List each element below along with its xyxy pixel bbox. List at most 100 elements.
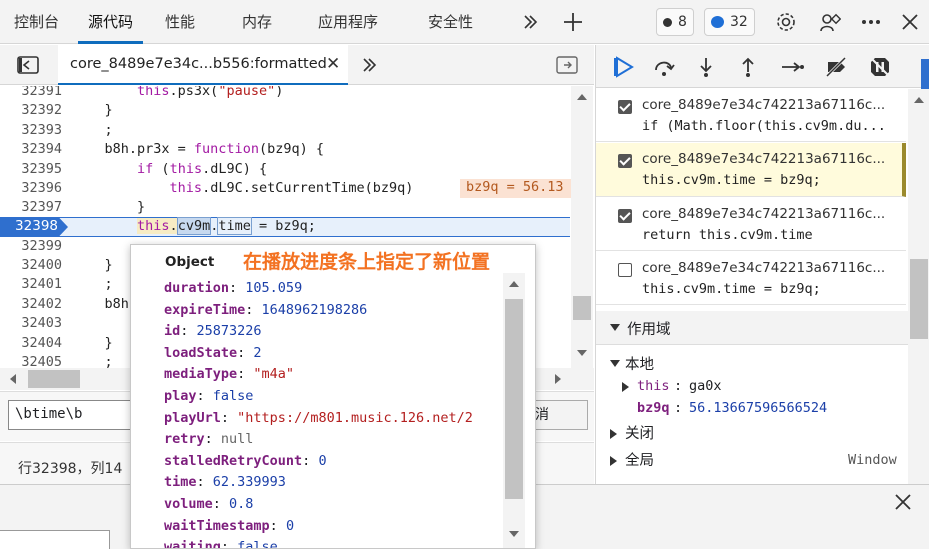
more-files-icon[interactable]: [358, 51, 380, 79]
scroll-down-icon[interactable]: [509, 531, 519, 537]
breakpoint-code: this.cv9m.time = bz9q;: [642, 281, 821, 297]
object-preview-popover[interactable]: Object duration: 105.059 expireTime: 1648…: [130, 244, 536, 549]
line-number[interactable]: 32403: [0, 315, 62, 331]
toggle-navigator-icon[interactable]: [14, 51, 42, 79]
scope-section-header[interactable]: 作用域: [596, 311, 908, 345]
file-tab[interactable]: core_8489e7e34c...b556:formatted ✕: [58, 45, 348, 85]
scroll-left-icon[interactable]: [10, 374, 16, 384]
scroll-up-icon[interactable]: [914, 97, 924, 103]
scrollbar-thumb[interactable]: [910, 259, 928, 339]
breakpoint-item[interactable]: core_8489e7e34c742213a67116c... this.cv9…: [596, 252, 906, 305]
deactivate-breakpoints-icon[interactable]: [822, 53, 850, 81]
resume-icon[interactable]: [610, 53, 638, 81]
line-number[interactable]: 32404: [0, 335, 62, 351]
toggle-debugger-icon[interactable]: [554, 51, 580, 79]
tab-application[interactable]: 应用程序: [318, 0, 378, 44]
errors-badge[interactable]: 8: [656, 8, 694, 36]
line-number[interactable]: 32400: [0, 257, 62, 273]
close-devtools-icon[interactable]: [898, 8, 922, 36]
line-number[interactable]: 32392: [0, 102, 62, 118]
popover-property: playUrl: "https://m801.music.126.net/2: [164, 409, 473, 426]
scroll-down-icon[interactable]: [577, 350, 587, 356]
code-vertical-scrollbar[interactable]: [571, 86, 593, 368]
step-out-icon[interactable]: [734, 53, 762, 81]
step-icon[interactable]: [778, 53, 806, 81]
message-icon: [711, 16, 724, 28]
drawer-input[interactable]: [0, 530, 110, 549]
breakpoint-marker[interactable]: 32398: [0, 217, 68, 237]
line-number[interactable]: 32405: [0, 354, 62, 368]
errors-count: 8: [678, 14, 687, 30]
breakpoint-checkbox[interactable]: [618, 209, 632, 223]
tab-performance[interactable]: 性能: [165, 0, 195, 44]
customize-icon[interactable]: [816, 8, 844, 36]
tab-console[interactable]: 控制台: [14, 0, 59, 44]
pause-on-exceptions-icon[interactable]: [866, 53, 894, 81]
line-number[interactable]: 32395: [0, 161, 62, 177]
expand-icon[interactable]: [622, 382, 629, 392]
more-options-icon[interactable]: [858, 8, 884, 36]
breakpoint-item[interactable]: core_8489e7e34c742213a67116c... if (Math…: [596, 89, 906, 142]
settings-gear-icon[interactable]: [772, 8, 800, 36]
scope-local[interactable]: 本地: [625, 353, 654, 374]
line-number[interactable]: 32393: [0, 122, 62, 138]
line-number[interactable]: 32394: [0, 141, 62, 157]
expand-icon[interactable]: [610, 429, 617, 439]
property-key: playUrl: [164, 409, 221, 426]
scroll-up-icon[interactable]: [509, 281, 519, 287]
step-into-icon[interactable]: [692, 53, 720, 81]
line-number[interactable]: 32397: [0, 199, 62, 215]
property-value: "https://m801.music.126.net/2: [237, 409, 473, 426]
popover-scrollbar[interactable]: [503, 273, 525, 548]
property-key: volume: [164, 496, 213, 512]
more-tabs-icon[interactable]: [518, 8, 542, 36]
close-file-icon[interactable]: ✕: [326, 54, 340, 74]
scope-closure[interactable]: 关闭: [625, 422, 654, 443]
breakpoint-item[interactable]: core_8489e7e34c742213a67116c... return t…: [596, 198, 906, 251]
search-input[interactable]: \btime\b: [8, 400, 132, 430]
scrollbar-thumb[interactable]: [505, 299, 523, 499]
tab-sources[interactable]: 源代码: [78, 0, 144, 44]
property-key: expireTime: [164, 301, 246, 318]
code-line-current: this.cv9m.time = bz9q;: [137, 217, 316, 235]
error-icon: [663, 17, 672, 27]
breakpoint-file: core_8489e7e34c742213a67116c...: [642, 97, 886, 113]
sidebar-scrollbar[interactable]: [908, 89, 929, 484]
code-line: this.ps3x("pause"): [137, 86, 284, 99]
breakpoint-checkbox[interactable]: [618, 100, 632, 114]
line-number[interactable]: 32399: [0, 238, 62, 254]
file-tab-label: core_8489e7e34c...b556:formatted: [70, 56, 327, 72]
close-drawer-icon[interactable]: [894, 493, 918, 517]
line-number[interactable]: 32391: [0, 86, 62, 99]
breakpoint-item-active[interactable]: core_8489e7e34c742213a67116c... this.cv9…: [596, 143, 906, 197]
property-key: waiting: [164, 539, 221, 549]
tab-security[interactable]: 安全性: [428, 0, 473, 44]
expand-icon[interactable]: [610, 456, 617, 466]
property-value: 1648962198286: [261, 301, 368, 318]
property-key: stalledRetryCount: [164, 452, 303, 469]
messages-badge[interactable]: 32: [704, 8, 755, 36]
line-number[interactable]: 32402: [0, 296, 62, 312]
popover-property: id: 25873226: [164, 323, 262, 340]
popover-property: duration: 105.059: [164, 280, 303, 296]
scroll-right-icon[interactable]: [555, 374, 561, 384]
line-number[interactable]: 32401: [0, 276, 62, 292]
add-tab-icon[interactable]: [560, 8, 586, 36]
scrollbar-thumb[interactable]: [28, 370, 80, 388]
line-number[interactable]: 32396: [0, 180, 62, 196]
debugger-sidebar: core_8489e7e34c742213a67116c... if (Math…: [595, 45, 929, 484]
scrollbar-thumb[interactable]: [573, 296, 591, 320]
popover-property: loadState: 2: [164, 344, 262, 361]
breakpoint-checkbox[interactable]: [618, 154, 632, 168]
scroll-up-icon[interactable]: [577, 94, 587, 100]
popover-property: volume: 0.8: [164, 496, 254, 512]
step-over-icon[interactable]: [650, 53, 678, 81]
code-line: if (this.dL9C) {: [137, 161, 268, 177]
breakpoint-code: return this.cv9m.time: [642, 227, 813, 243]
property-value: false: [237, 539, 278, 549]
popover-header: Object: [165, 254, 215, 270]
expand-icon[interactable]: [610, 360, 620, 367]
tab-memory[interactable]: 内存: [242, 0, 272, 44]
breakpoint-checkbox[interactable]: [618, 263, 632, 277]
scope-global[interactable]: 全局: [625, 449, 654, 470]
